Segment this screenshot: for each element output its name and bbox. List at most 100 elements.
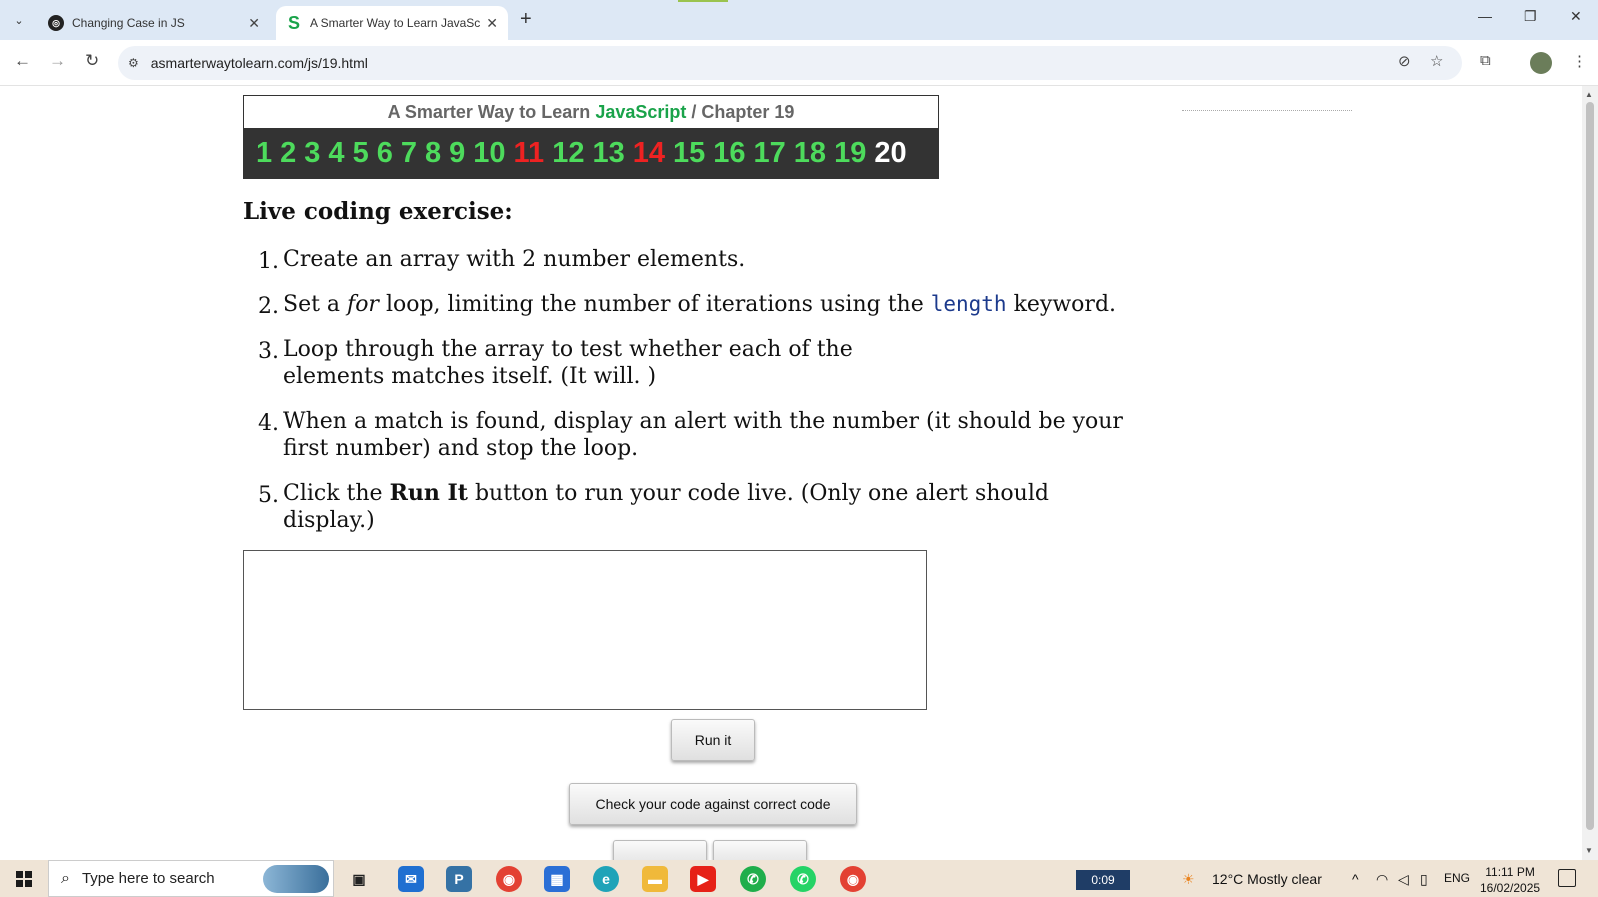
tab-title: A Smarter Way to Learn JavaSc xyxy=(310,16,481,30)
step-text: keyword. xyxy=(1006,292,1117,317)
python-icon[interactable]: P xyxy=(446,866,472,892)
chapter-link-11[interactable]: 11 xyxy=(514,137,545,170)
edge-icon[interactable]: e xyxy=(593,866,619,892)
step-1: 1. Create an array with 2 number element… xyxy=(258,246,1138,274)
tab-search-chevron-icon[interactable]: ⌄ xyxy=(8,9,30,31)
chapter-link-19[interactable]: 19 xyxy=(834,137,866,170)
chapter-link-1[interactable]: 1 xyxy=(256,137,272,170)
chapter-link-8[interactable]: 8 xyxy=(425,137,441,170)
run-it-bold: Run It xyxy=(389,480,468,506)
whatsapp-web-icon[interactable]: ✆ xyxy=(790,866,816,892)
windows-start-icon[interactable] xyxy=(16,871,32,887)
language-indicator[interactable]: ENG xyxy=(1444,871,1470,885)
chapter-link-2[interactable]: 2 xyxy=(280,137,296,170)
chapter-link-18[interactable]: 18 xyxy=(794,137,826,170)
profile-avatar[interactable] xyxy=(1530,52,1552,74)
partial-button-2[interactable] xyxy=(713,840,807,860)
chapter-link-6[interactable]: 6 xyxy=(377,137,393,170)
step-text: Loop through the array to test whether e… xyxy=(283,337,853,389)
volume-icon[interactable]: ◁ xyxy=(1398,871,1409,888)
page-content: A Smarter Way to Learn JavaScript / Chap… xyxy=(0,86,1582,860)
tracking-off-icon[interactable]: ⊘ xyxy=(1398,52,1411,70)
restore-icon[interactable]: ❐ xyxy=(1524,8,1537,25)
url-omnibox[interactable]: ⚙ asmarterwaytolearn.com/js/19.html xyxy=(118,46,1462,80)
step-text: When a match is found, display an alert … xyxy=(283,409,1123,461)
chatgpt-icon: ◎ xyxy=(48,15,64,31)
s-icon: S xyxy=(287,12,300,33)
file-explorer-icon[interactable]: ▬ xyxy=(642,866,668,892)
tab-changing-case[interactable]: ◎ Changing Case in JS ✕ xyxy=(38,6,270,40)
chapter-link-15[interactable]: 15 xyxy=(673,137,705,170)
url-text[interactable]: asmarterwaytolearn.com/js/19.html xyxy=(151,55,368,71)
scroll-up-icon[interactable]: ▲ xyxy=(1585,90,1593,99)
tab-smarter-way[interactable]: S A Smarter Way to Learn JavaSc ✕ xyxy=(276,6,508,40)
title-suffix: / Chapter 19 xyxy=(691,102,795,122)
step-4: 4. When a match is found, display an ale… xyxy=(258,408,1138,462)
wifi-icon[interactable]: ◠ xyxy=(1376,871,1388,888)
step-text: Click the xyxy=(283,481,390,506)
weather-icon[interactable]: ☀ xyxy=(1182,871,1195,888)
title-brand: JavaScript xyxy=(595,102,687,122)
close-icon[interactable]: ✕ xyxy=(248,15,260,32)
step-number: 4. xyxy=(258,411,279,436)
chapter-nav: 1 2 3 4 5 6 7 8 9 10 11 12 13 14 15 16 1… xyxy=(244,128,938,178)
step-text: Create an array with 2 number elements. xyxy=(283,247,746,272)
exercise-heading: Live coding exercise: xyxy=(243,198,513,225)
search-highlight-image xyxy=(263,865,329,893)
chapter-link-13[interactable]: 13 xyxy=(592,137,624,170)
scroll-thumb[interactable] xyxy=(1586,102,1594,830)
partial-button-1[interactable] xyxy=(613,840,707,860)
scroll-down-icon[interactable]: ▼ xyxy=(1585,846,1593,855)
close-window-icon[interactable]: ✕ xyxy=(1570,8,1582,25)
bookmark-star-icon[interactable]: ☆ xyxy=(1430,52,1443,70)
dotted-divider xyxy=(1182,110,1352,111)
chapter-link-5[interactable]: 5 xyxy=(353,137,369,170)
chapter-link-4[interactable]: 4 xyxy=(328,137,344,170)
site-settings-icon[interactable]: ⚙ xyxy=(128,56,139,70)
whatsapp-icon[interactable]: ✆ xyxy=(740,866,766,892)
recording-timer[interactable]: 0:09 xyxy=(1076,870,1130,890)
store-icon[interactable]: ▦ xyxy=(544,866,570,892)
chapter-link-10[interactable]: 10 xyxy=(473,137,505,170)
check-code-button[interactable]: Check your code against correct code xyxy=(569,783,857,825)
chapter-link-17[interactable]: 17 xyxy=(754,137,786,170)
chrome-icon[interactable]: ◉ xyxy=(496,866,522,892)
step-2: 2. Set a for loop, limiting the number o… xyxy=(258,291,1138,319)
reload-icon[interactable]: ↻ xyxy=(85,51,99,71)
battery-icon[interactable]: ▯ xyxy=(1420,871,1428,888)
step-5: 5. Click the Run It button to run your c… xyxy=(258,480,1138,534)
code-editor-textarea[interactable] xyxy=(243,550,927,710)
address-bar-row: ← → ↻ ⚙ asmarterwaytolearn.com/js/19.htm… xyxy=(0,40,1598,86)
chapter-link-20[interactable]: 20 xyxy=(874,137,906,170)
youtube-icon[interactable]: ▶ xyxy=(690,866,716,892)
new-tab-plus-icon[interactable]: + xyxy=(520,8,532,31)
vertical-scrollbar[interactable]: ▲ ▼ xyxy=(1582,86,1598,860)
step-number: 1. xyxy=(258,249,279,274)
more-menu-icon[interactable]: ⋮ xyxy=(1572,52,1587,70)
tray-chevron-icon[interactable]: ^ xyxy=(1352,871,1359,887)
task-view-icon[interactable]: ▣ xyxy=(346,866,372,892)
clock[interactable]: 11:11 PM 16/02/2025 xyxy=(1480,864,1540,896)
chrome-profile-icon[interactable]: ◉ xyxy=(840,866,866,892)
chapter-link-16[interactable]: 16 xyxy=(713,137,745,170)
tab-title: Changing Case in JS xyxy=(72,16,185,30)
book-title: A Smarter Way to Learn JavaScript / Chap… xyxy=(244,96,938,128)
search-placeholder: Type here to search xyxy=(81,870,215,887)
run-it-button[interactable]: Run it xyxy=(671,719,755,761)
step-text: Set a xyxy=(283,292,348,317)
back-arrow-icon[interactable]: ← xyxy=(14,51,31,71)
extensions-puzzle-icon[interactable]: ⧉ xyxy=(1480,52,1491,69)
taskbar-search[interactable]: ⌕ Type here to search xyxy=(48,860,334,897)
close-icon[interactable]: ✕ xyxy=(486,15,498,32)
weather-text[interactable]: 12°C Mostly clear xyxy=(1212,871,1322,887)
chapter-link-12[interactable]: 12 xyxy=(552,137,584,170)
exercise-steps: 1. Create an array with 2 number element… xyxy=(258,246,1138,552)
notification-icon[interactable] xyxy=(1558,869,1576,887)
minimize-icon[interactable]: — xyxy=(1478,8,1492,24)
chapter-link-3[interactable]: 3 xyxy=(304,137,320,170)
chapter-link-9[interactable]: 9 xyxy=(449,137,465,170)
mail-icon[interactable]: ✉ xyxy=(398,866,424,892)
chapter-link-14[interactable]: 14 xyxy=(633,137,665,170)
forward-arrow-icon[interactable]: → xyxy=(49,51,66,71)
chapter-link-7[interactable]: 7 xyxy=(401,137,417,170)
